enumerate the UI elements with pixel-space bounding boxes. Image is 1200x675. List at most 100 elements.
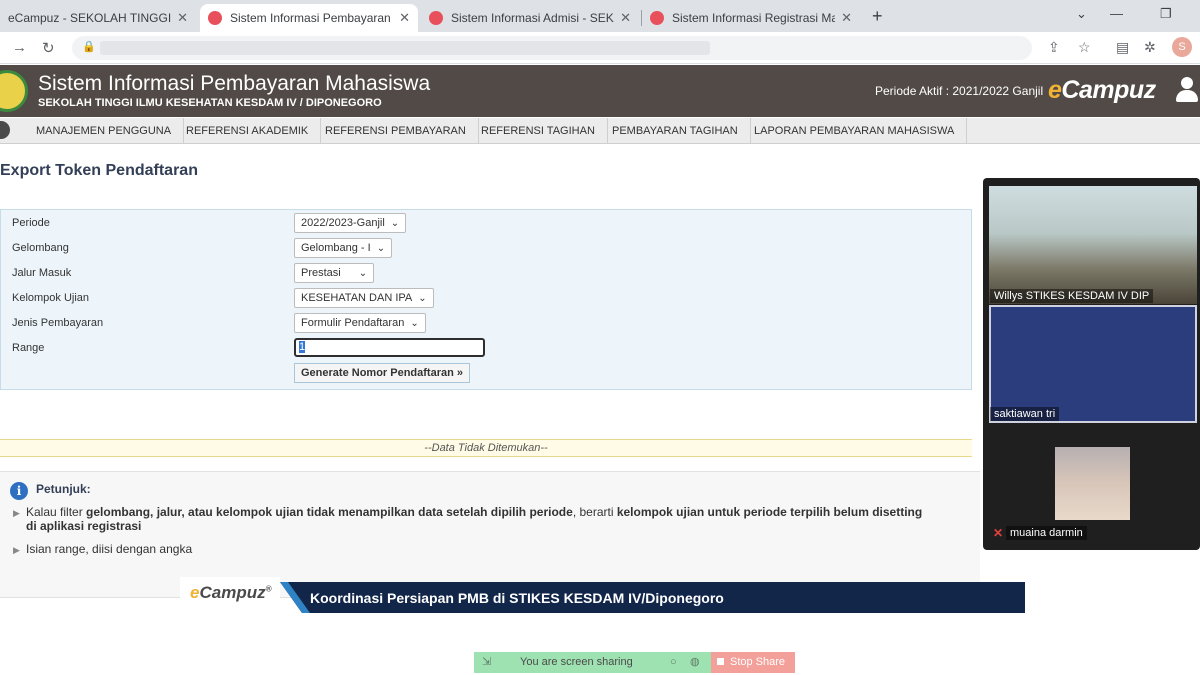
browser-tab[interactable]: Sistem Informasi Registrasi Mahasiswa ✕ <box>642 4 860 32</box>
jalur-masuk-value: Prestasi <box>301 267 341 279</box>
address-bar-row: → ↻ 🔒 ⇪ ☆ ▤ ✲ S <box>0 32 1200 64</box>
extensions-icon[interactable]: ✲ <box>1144 39 1156 56</box>
petunjuk-text: , berarti <box>572 505 617 519</box>
favicon-icon <box>429 11 443 25</box>
share-icon[interactable]: ⇪ <box>1048 39 1060 56</box>
browser-tab-strip: eCampuz - SEKOLAH TINGGI ILMU KESEHATAN … <box>0 0 1200 32</box>
chevron-down-icon: ⌄ <box>410 317 419 329</box>
range-value: 1 <box>299 341 306 353</box>
participant-name: Willys STIKES KESDAM IV DIP <box>990 289 1154 303</box>
banner-title: Koordinasi Persiapan PMB di STIKES KESDA… <box>310 590 724 606</box>
institution-logo <box>0 70 28 112</box>
pause-icon[interactable]: ○ <box>670 652 677 673</box>
new-tab-icon[interactable]: + <box>872 6 883 27</box>
tab-title: eCampuz - SEKOLAH TINGGI ILMU KESEHATAN … <box>8 11 172 25</box>
favicon-icon <box>208 11 222 25</box>
periode-aktif: Periode Aktif : 2021/2022 Ganjil <box>875 84 1044 98</box>
restore-icon[interactable]: ❐ <box>1160 6 1172 22</box>
brand-prefix: e <box>1048 76 1062 104</box>
page-title: Export Token Pendaftaran <box>0 162 198 179</box>
main-menu: MANAJEMEN PENGGUNA REFERENSI AKADEMIK RE… <box>0 118 1200 144</box>
petunjuk-panel <box>0 471 980 598</box>
close-icon[interactable]: ✕ <box>177 10 188 26</box>
menu-laporan-pembayaran[interactable]: LAPORAN PEMBAYARAN MAHASISWA <box>742 118 968 144</box>
participant-name: muaina darmin <box>1006 526 1087 540</box>
gelombang-label: Gelombang <box>12 242 69 254</box>
stop-share-label: Stop Share <box>730 656 786 668</box>
jalur-masuk-label: Jalur Masuk <box>12 267 72 279</box>
jenis-pembayaran-label: Jenis Pembayaran <box>12 317 104 329</box>
generate-nomor-button[interactable]: Generate Nomor Pendaftaran » <box>294 363 470 383</box>
app-title: Sistem Informasi Pembayaran Mahasiswa <box>38 72 431 95</box>
reload-icon[interactable]: ↻ <box>42 39 55 57</box>
bullet-arrow-icon: ▶ <box>13 545 20 555</box>
tab-title: Sistem Informasi Registrasi Mahasiswa <box>672 11 836 25</box>
menu-pembayaran-tagihan[interactable]: PEMBAYARAN TAGIHAN <box>600 118 751 144</box>
petunjuk-item: Isian range, diisi dengan angka <box>26 542 193 556</box>
banner-logo: eCampuz® <box>180 577 280 607</box>
petunjuk-title: Petunjuk: <box>36 482 91 496</box>
browser-tab[interactable]: eCampuz - SEKOLAH TINGGI ILMU KESEHATAN … <box>0 4 196 32</box>
participant-name: saktiawan tri <box>990 407 1060 421</box>
forward-icon[interactable]: → <box>12 39 27 56</box>
user-icon[interactable] <box>1176 77 1198 103</box>
video-tile-participant[interactable] <box>989 186 1197 304</box>
stop-share-button[interactable]: Stop Share <box>711 652 795 673</box>
result-message: --Data Tidak Ditemukan-- <box>0 439 972 457</box>
periode-select[interactable]: 2022/2023-Ganjil ⌄ <box>294 213 407 233</box>
tab-title: Sistem Informasi Pembayaran Mahasiswa <box>230 11 393 25</box>
menu-referensi-akademik[interactable]: REFERENSI AKADEMIK <box>174 118 322 144</box>
export-token-form <box>0 209 972 390</box>
gelombang-value: Gelombang - I <box>301 242 371 254</box>
video-tile-participant[interactable] <box>989 305 1197 423</box>
banner-logo-mark: ® <box>265 584 272 594</box>
minimize-icon[interactable]: — <box>1110 6 1123 21</box>
app-header: Sistem Informasi Pembayaran Mahasiswa SE… <box>0 65 1200 117</box>
drag-handle-icon[interactable]: ⇲ <box>482 652 491 673</box>
chevron-down-icon[interactable]: ⌄ <box>1076 6 1087 22</box>
star-icon[interactable]: ☆ <box>1078 39 1091 56</box>
kelompok-ujian-select[interactable]: KESEHATAN DAN IPA ⌄ <box>294 288 434 308</box>
browser-tab-active[interactable]: Sistem Informasi Pembayaran Mahasiswa ✕ <box>200 4 418 32</box>
gelombang-select[interactable]: Gelombang - I ⌄ <box>294 238 393 258</box>
profile-avatar[interactable]: S <box>1172 37 1192 57</box>
kelompok-ujian-label: Kelompok Ujian <box>12 292 90 304</box>
participant-avatar <box>1055 447 1130 520</box>
petunjuk-item: Kalau filter gelombang, jalur, atau kelo… <box>26 505 936 533</box>
address-input[interactable]: 🔒 <box>72 36 1032 60</box>
shield-icon[interactable]: ◍ <box>690 652 700 673</box>
jalur-masuk-select[interactable]: Prestasi ⌄ <box>294 263 375 283</box>
jenis-pembayaran-select[interactable]: Formulir Pendaftaran ⌄ <box>294 313 426 333</box>
range-input[interactable]: 1 <box>294 338 485 357</box>
screen-sharing-bar: ⇲ You are screen sharing ○ ◍ <box>474 652 711 673</box>
banner-logo-rest: Campuz <box>199 583 266 602</box>
tab-title: Sistem Informasi Admisi - SEKOLAH TINGGI <box>451 11 614 25</box>
chevron-down-icon: ⌄ <box>376 242 386 254</box>
lock-icon: 🔒 <box>82 41 96 53</box>
menu-manajemen-pengguna[interactable]: MANAJEMEN PENGGUNA <box>24 118 185 144</box>
kelompok-ujian-value: KESEHATAN DAN IPA <box>301 292 413 304</box>
browser-tab[interactable]: Sistem Informasi Admisi - SEKOLAH TINGGI… <box>421 4 639 32</box>
close-icon[interactable]: ✕ <box>399 10 410 26</box>
close-icon[interactable]: ✕ <box>620 10 631 26</box>
menu-referensi-tagihan[interactable]: REFERENSI TAGIHAN <box>469 118 608 144</box>
chevron-down-icon: ⌄ <box>358 267 368 279</box>
close-icon[interactable]: ✕ <box>841 10 852 26</box>
stop-icon <box>717 658 724 665</box>
petunjuk-bold: gelombang, jalur, atau kelompok ujian ti… <box>86 505 573 519</box>
screen-sharing-label: You are screen sharing <box>520 656 633 668</box>
chevron-down-icon: ⌄ <box>390 217 400 229</box>
chevron-down-icon: ⌄ <box>418 292 427 304</box>
petunjuk-text: Kalau filter <box>26 505 87 519</box>
periode-label: Periode <box>12 217 50 229</box>
info-icon: i <box>10 482 28 500</box>
ecampuz-logo: eCampuz <box>1048 76 1156 105</box>
app-subtitle: SEKOLAH TINGGI ILMU KESEHATAN KESDAM IV … <box>38 97 382 109</box>
favicon-icon <box>650 11 664 25</box>
menu-referensi-pembayaran[interactable]: REFERENSI PEMBAYARAN <box>313 118 479 144</box>
document-icon[interactable]: ▤ <box>1116 39 1129 56</box>
url-redacted <box>100 41 710 55</box>
range-label: Range <box>12 342 45 354</box>
periode-value: 2022/2023-Ganjil <box>301 217 385 229</box>
home-icon[interactable] <box>0 121 10 139</box>
